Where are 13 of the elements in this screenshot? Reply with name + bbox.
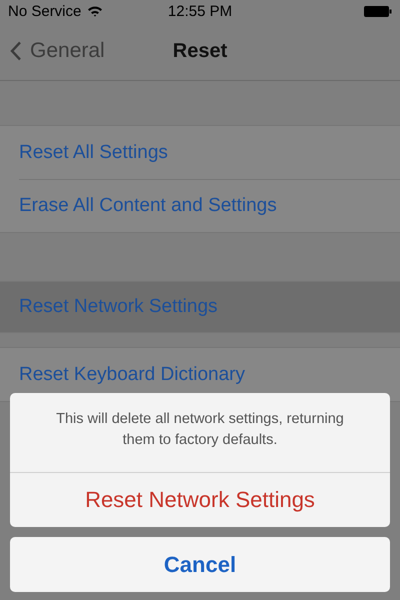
reset-network-button[interactable]: Reset Network Settings bbox=[10, 472, 390, 527]
back-button[interactable]: General bbox=[0, 39, 105, 63]
settings-row[interactable]: Erase All Content and Settings bbox=[0, 179, 400, 232]
screen-title: Reset bbox=[172, 40, 228, 62]
wifi-icon bbox=[87, 5, 104, 17]
battery-icon bbox=[364, 6, 392, 16]
settings-row[interactable]: Reset Network Settings bbox=[0, 282, 400, 332]
clock-time: 12:55 PM bbox=[168, 2, 232, 20]
action-sheet-message: This will delete all network settings, returning them to factory defaults. bbox=[55, 410, 345, 450]
cancel-button[interactable]: Cancel bbox=[10, 537, 390, 592]
carrier-label: No Service bbox=[8, 2, 82, 20]
chevron-left-icon bbox=[10, 41, 22, 61]
settings-row[interactable]: Reset All Settings bbox=[0, 126, 400, 179]
